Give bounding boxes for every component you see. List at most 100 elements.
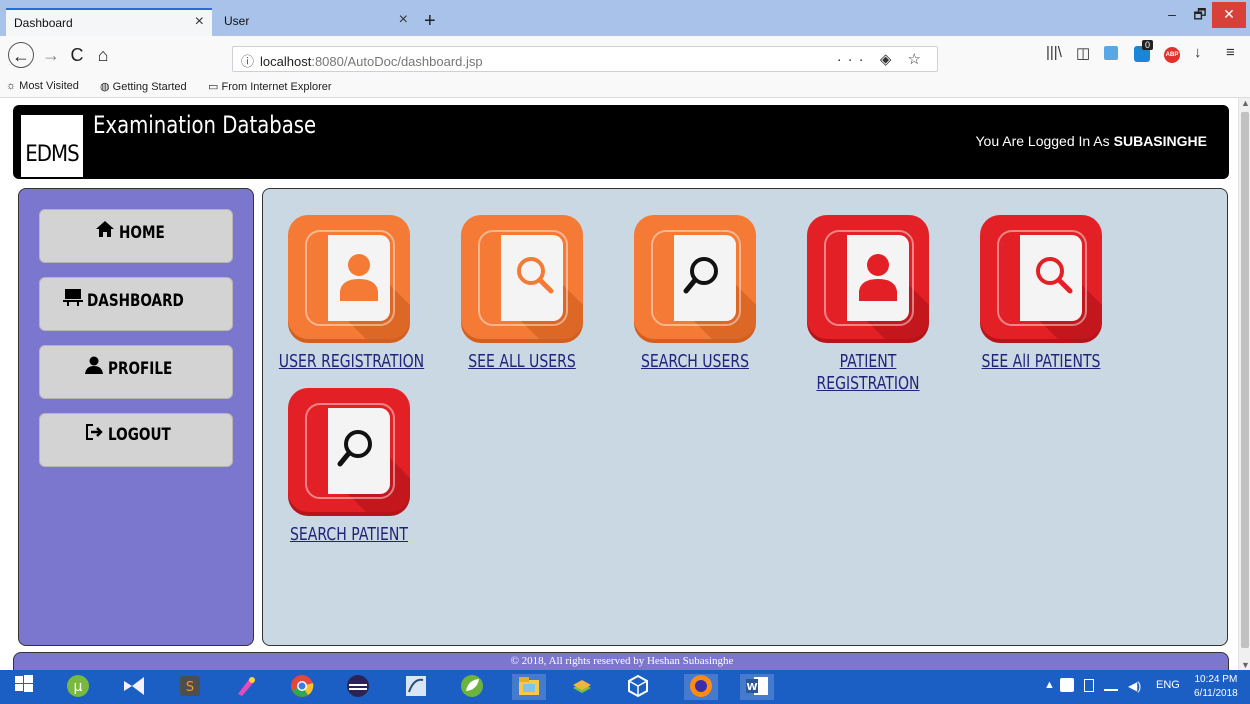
copyright-text: © 2018, All rights reserved by Heshan Su… — [510, 655, 734, 667]
mysql-workbench-icon[interactable] — [402, 674, 430, 700]
sidebar-item-label: LOGOUT — [107, 425, 171, 445]
site-header: EDMS Examination Database You Are Logged… — [13, 105, 1229, 179]
tile-see-all-users[interactable]: SEE ALL USERS — [432, 215, 612, 373]
sidebar-item-profile[interactable]: PROFILE — [39, 345, 233, 399]
chrome-icon[interactable] — [288, 674, 316, 700]
forward-button[interactable]: → — [38, 42, 64, 68]
patient-tile-icon[interactable] — [807, 215, 929, 339]
tile-patient-registration[interactable]: PATIENT REGISTRATION — [778, 215, 958, 395]
file-explorer-icon[interactable] — [512, 674, 546, 700]
url-path: :8080/AutoDoc/dashboard.jsp — [311, 54, 483, 69]
tab-close-icon[interactable]: × — [399, 11, 408, 29]
sidebar: HOME DASHBOARD PROFILE LOGOUT — [18, 188, 254, 646]
tab-close-icon[interactable]: × — [195, 13, 204, 31]
svg-text:W: W — [746, 682, 757, 693]
minimize-button[interactable]: – — [1158, 2, 1186, 28]
paint-icon[interactable] — [232, 674, 260, 700]
page-scrollbar[interactable]: ▲ ▼ — [1238, 98, 1250, 670]
tile-link[interactable]: SEE AlI PATIENTS — [971, 351, 1111, 373]
spring-icon[interactable] — [458, 674, 486, 700]
user-tile-icon[interactable] — [634, 215, 756, 339]
word-icon[interactable]: W — [740, 674, 774, 700]
pocket-icon[interactable] — [1104, 46, 1118, 60]
battery-icon[interactable] — [1084, 679, 1094, 692]
logout-icon — [85, 424, 104, 445]
url-bar[interactable]: ⓘ localhost:8080/AutoDoc/dashboard.jsp ··… — [232, 46, 938, 72]
tab-bar: Dashboard × User × + – 🗗 ✕ — [0, 0, 1250, 36]
abp-icon[interactable]: ABP — [1164, 47, 1180, 63]
bookmark-most-visited[interactable]: ☼ Most Visited — [6, 80, 79, 92]
extension-icon[interactable]: 0 — [1134, 40, 1154, 62]
tile-link[interactable]: SEARCH PATIENT — [279, 524, 419, 546]
menu-icon[interactable]: ≡ — [1226, 44, 1235, 61]
utorrent-icon[interactable]: µ — [64, 674, 92, 700]
windows-taskbar: µ S W ▲ ◀) ENG 10:24 PM 6/11/2018 — [0, 670, 1250, 704]
tab-dashboard[interactable]: Dashboard × — [6, 8, 212, 36]
sidebar-icon[interactable]: ◫ — [1076, 44, 1090, 62]
virtualbox-icon[interactable] — [624, 674, 652, 700]
windows-start-icon[interactable] — [10, 674, 38, 700]
back-button[interactable]: ← — [8, 42, 34, 68]
site-footer: © 2018, All rights reserved by Heshan Su… — [13, 652, 1229, 670]
scroll-down-arrow-icon[interactable]: ▼ — [1241, 660, 1250, 670]
svg-text:S: S — [186, 680, 194, 695]
gear-icon: ☼ — [6, 80, 17, 92]
eclipse-icon[interactable] — [344, 674, 372, 700]
tile-link[interactable]: SEARCH USERS — [625, 351, 765, 373]
svg-text:µ: µ — [74, 679, 83, 695]
bookmark-getting-started[interactable]: ◍ Getting Started — [100, 80, 187, 93]
home-button[interactable]: ⌂ — [90, 42, 116, 68]
sidebar-item-label: HOME — [119, 223, 166, 243]
site-info-icon[interactable]: ⓘ — [241, 54, 254, 69]
site-logo[interactable]: EDMS — [21, 115, 83, 177]
extension-badge: 0 — [1142, 40, 1154, 50]
wifi-icon[interactable] — [1104, 679, 1118, 691]
tile-link[interactable]: PATIENT REGISTRATION — [798, 351, 938, 395]
tab-label: Dashboard — [14, 16, 73, 30]
volume-icon[interactable]: ◀) — [1128, 679, 1141, 693]
patient-tile-icon[interactable] — [980, 215, 1102, 339]
new-tab-button[interactable]: + — [424, 10, 436, 33]
page-actions-icon[interactable]: ··· ◈ ☆ — [837, 50, 927, 68]
tile-link[interactable]: SEE ALL USERS — [452, 351, 592, 373]
site-title: Examination Database — [93, 111, 317, 139]
sidebar-item-home[interactable]: HOME — [39, 209, 233, 263]
sublime-icon[interactable]: S — [176, 674, 204, 700]
tab-user[interactable]: User × — [216, 8, 416, 36]
tile-search-users[interactable]: SEARCH USERS — [605, 215, 785, 373]
user-tile-icon[interactable] — [288, 215, 410, 339]
visual-studio-icon[interactable] — [120, 674, 148, 700]
maximize-button[interactable]: 🗗 — [1186, 2, 1214, 28]
system-clock[interactable]: 10:24 PM 6/11/2018 — [1194, 673, 1238, 701]
bookmark-label: From Internet Explorer — [221, 81, 332, 93]
reload-button[interactable]: C — [64, 42, 90, 68]
library-icon[interactable]: |||\ — [1046, 44, 1062, 61]
tile-user-registration[interactable]: USER REGISTRATION — [259, 215, 439, 373]
bookmark-from-ie[interactable]: ▭ From Internet Explorer — [208, 80, 332, 93]
sidebar-item-label: PROFILE — [107, 359, 173, 379]
web-page: EDMS Examination Database You Are Logged… — [0, 98, 1238, 670]
dashboard-icon — [63, 288, 84, 311]
clock-time: 10:24 PM — [1194, 674, 1238, 685]
tile-link[interactable]: USER REGISTRATION — [279, 351, 424, 373]
download-icon[interactable]: ↓ — [1194, 44, 1202, 61]
firefox-icon[interactable] — [684, 674, 718, 700]
sidebar-item-logout[interactable]: LOGOUT — [39, 413, 233, 467]
language-indicator[interactable]: ENG — [1156, 679, 1180, 691]
tray-overflow-icon[interactable]: ▲ — [1044, 679, 1055, 691]
sidebar-item-dashboard[interactable]: DASHBOARD — [39, 277, 233, 331]
bookmark-label: Getting Started — [112, 81, 187, 93]
patient-tile-icon[interactable] — [288, 388, 410, 512]
tile-see-all-patients[interactable]: SEE AlI PATIENTS — [951, 215, 1131, 373]
user-tile-icon[interactable] — [461, 215, 583, 339]
login-prefix: You Are Logged In As — [975, 133, 1110, 149]
bluestacks-icon[interactable] — [568, 674, 596, 700]
network-alert-icon[interactable] — [1060, 678, 1074, 692]
tile-search-patient[interactable]: SEARCH PATIENT — [259, 388, 439, 546]
scrollbar-thumb[interactable] — [1241, 112, 1249, 648]
scroll-up-arrow-icon[interactable]: ▲ — [1241, 98, 1250, 108]
folder-icon: ▭ — [208, 81, 219, 93]
dashboard-panel: USER REGISTRATION SEE ALL USERS SEARCH U… — [262, 188, 1228, 646]
tab-label: User — [224, 14, 250, 28]
close-window-button[interactable]: ✕ — [1212, 2, 1246, 28]
